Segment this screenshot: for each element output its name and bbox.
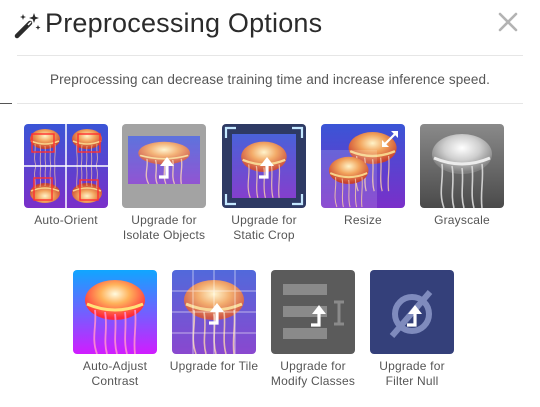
close-icon[interactable]	[496, 10, 520, 34]
auto-adjust-contrast-thumbnail	[73, 270, 157, 354]
isolate-objects-thumbnail	[122, 124, 206, 208]
header-divider	[17, 55, 523, 56]
static-crop-thumbnail	[222, 124, 306, 208]
option-modify-classes[interactable]: Upgrade for Modify Classes	[265, 270, 361, 389]
option-label: Resize	[344, 213, 382, 227]
dialog-header: Preprocessing Options	[0, 0, 540, 52]
subtitle-divider	[17, 103, 523, 104]
option-label: Grayscale	[434, 213, 490, 227]
option-auto-adjust-contrast[interactable]: Auto-Adjust Contrast	[67, 270, 163, 389]
dialog-title: Preprocessing Options	[45, 8, 323, 38]
option-label: Upgrade for Tile	[169, 359, 259, 373]
option-isolate-objects[interactable]: Upgrade for Isolate Objects	[116, 124, 212, 243]
option-grayscale[interactable]: Grayscale	[414, 124, 510, 228]
modify-classes-thumbnail	[271, 270, 355, 354]
auto-orient-thumbnail	[24, 124, 108, 208]
magic-wand-icon	[14, 13, 41, 39]
dialog-subtitle: Preprocessing can decrease training time…	[49, 72, 490, 87]
option-label: Auto-Orient	[34, 213, 98, 227]
option-tile[interactable]: Upgrade for Tile	[166, 270, 262, 374]
option-label: Upgrade for Modify Classes	[270, 359, 356, 388]
option-resize[interactable]: Resize	[315, 124, 411, 228]
resize-thumbnail	[321, 124, 405, 208]
option-auto-orient[interactable]: Auto-Orient	[18, 124, 114, 228]
tile-thumbnail	[172, 270, 256, 354]
option-label: Upgrade for Static Crop	[231, 213, 297, 242]
grayscale-thumbnail	[420, 124, 504, 208]
divider-mark	[0, 103, 12, 104]
option-label: Auto-Adjust Contrast	[82, 359, 148, 388]
option-label: Upgrade for Filter Null	[379, 359, 445, 388]
option-filter-null[interactable]: Upgrade for Filter Null	[364, 270, 460, 389]
filter-null-thumbnail	[370, 270, 454, 354]
option-static-crop[interactable]: Upgrade for Static Crop	[216, 124, 312, 243]
option-label: Upgrade for Isolate Objects	[122, 213, 206, 242]
